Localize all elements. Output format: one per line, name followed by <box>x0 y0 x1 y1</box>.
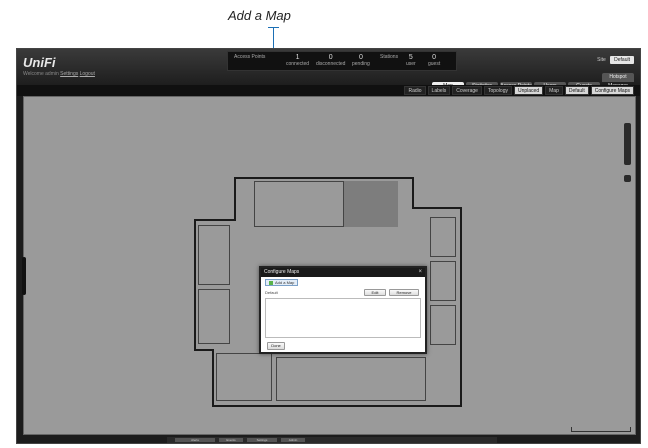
map-name-default: Default <box>265 290 278 295</box>
bottom-bar: Alerts Events Settings Admin <box>167 437 497 443</box>
bottom-events[interactable]: Events <box>219 438 243 442</box>
stat-connected: 1 connected <box>286 54 310 67</box>
edit-button[interactable]: Edit <box>364 289 386 296</box>
configure-maps-button[interactable]: Configure Maps <box>590 86 634 95</box>
plus-icon <box>269 280 273 285</box>
site-select[interactable]: Default <box>610 56 634 64</box>
site-label: Site <box>597 57 606 63</box>
map-toolbar: Radio Labels Coverage Topology Unplaced Map De… <box>17 85 640 96</box>
map-select[interactable]: Default <box>564 86 589 95</box>
tab-hotspot-manager[interactable]: Hotspot Manager <box>602 73 634 89</box>
stat-access-points-label: Access Points <box>234 54 266 60</box>
unifi-controller-window: UniFi Welcome admin Settings Logout Acce… <box>16 48 641 444</box>
unifi-logo: UniFi <box>23 55 56 70</box>
map-canvas[interactable]: Configure Maps × Add a Map Default Edit … <box>22 96 636 435</box>
dialog-title-bar: Configure Maps × <box>261 268 425 277</box>
main-tabs: MapStatisticsAccess PointsUsersGuestsHot… <box>430 73 634 91</box>
stats-panel: Access Points 1 connected 0 disconnected 0… <box>227 51 457 71</box>
callout-label: Add a Map <box>228 8 291 23</box>
map-scale <box>571 427 631 432</box>
site-selector: Site Default <box>597 56 634 64</box>
sitebar: Welcome admin Settings Logout <box>23 71 95 77</box>
logout-link[interactable]: Logout <box>80 71 95 77</box>
bottom-alerts[interactable]: Alerts <box>175 438 215 442</box>
bottom-settings[interactable]: Settings <box>247 438 277 442</box>
welcome-text: Welcome admin <box>23 71 59 77</box>
add-a-map-label: Add a Map <box>275 280 295 285</box>
configure-maps-dialog: Configure Maps × Add a Map Default Edit … <box>259 266 427 354</box>
bottom-admin[interactable]: Admin <box>281 438 305 442</box>
toolbar-map-label: Map <box>545 86 563 95</box>
remove-button[interactable]: Remove <box>389 289 419 296</box>
left-panel-handle[interactable] <box>22 257 26 295</box>
zoom-slider[interactable] <box>624 123 631 165</box>
add-a-map-button[interactable]: Add a Map <box>265 279 299 286</box>
stat-guest: 0 guest <box>428 54 441 67</box>
stat-pending: 0 pending <box>352 54 370 67</box>
stat-disconnected: 0 disconnected <box>316 54 346 67</box>
toolbar-coverage[interactable]: Coverage <box>452 86 482 95</box>
toolbar-radio[interactable]: Radio <box>404 86 426 95</box>
dialog-title: Configure Maps <box>264 269 300 275</box>
stat-stations-label: Stations <box>380 54 399 60</box>
top-bar: UniFi Welcome admin Settings Logout Acce… <box>17 49 640 91</box>
toolbar-unplaced[interactable]: Unplaced <box>513 86 544 95</box>
maps-list[interactable] <box>265 298 421 338</box>
toolbar-labels[interactable]: Labels <box>427 86 451 95</box>
settings-link[interactable]: Settings <box>60 71 78 77</box>
done-button[interactable]: Done <box>267 342 285 350</box>
toolbar-topology[interactable]: Topology <box>483 86 512 95</box>
zoom-button[interactable] <box>624 175 631 182</box>
close-icon[interactable]: × <box>418 268 422 277</box>
stat-user: 5 user <box>406 54 416 67</box>
